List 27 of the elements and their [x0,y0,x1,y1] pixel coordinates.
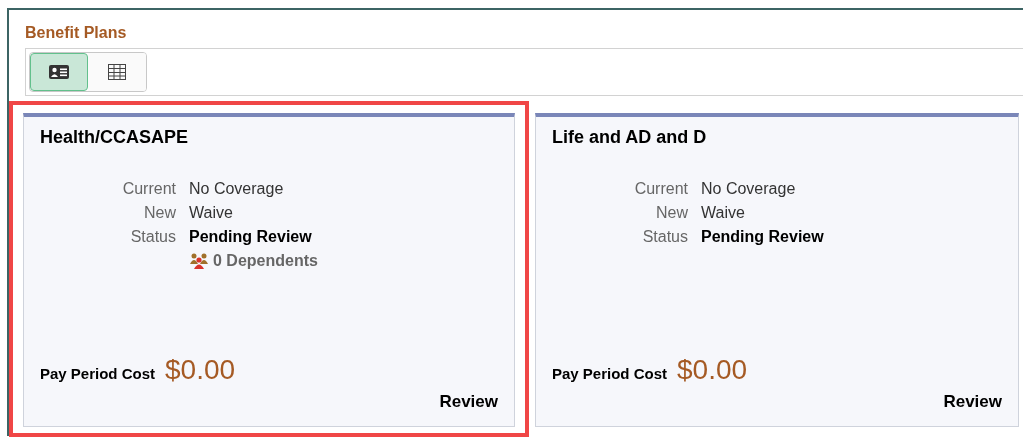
cost-amount: $0.00 [677,354,748,386]
dependents-link[interactable]: 0 Dependents [213,252,318,270]
field-value: Waive [701,204,746,222]
field-label: Status [129,228,176,246]
cost-label: Pay Period Cost [552,365,668,382]
field-value: Pending Review [189,228,313,246]
section-title: Benefit Plans [24,23,128,43]
field-label: Current [633,180,688,198]
field-label: New [655,204,688,222]
field-label: New [143,204,176,222]
review-link[interactable]: Review [439,392,498,412]
cost-label: Pay Period Cost [40,365,156,382]
people-icon [189,253,209,269]
cost-amount: $0.00 [165,354,236,386]
grid-icon [108,64,126,80]
field-label: Current [121,180,176,198]
plan-title: Health/CCASAPE [40,127,190,148]
field-value: Waive [189,204,234,222]
field-value: No Coverage [189,180,285,198]
id-card-icon [49,65,69,79]
field-value: No Coverage [701,180,797,198]
grid-view-button[interactable] [88,53,146,91]
review-link[interactable]: Review [943,392,1002,412]
plan-title: Life and AD and D [552,127,708,148]
field-label: Status [641,228,688,246]
field-value: Pending Review [701,228,824,246]
card-view-button[interactable] [30,53,88,91]
